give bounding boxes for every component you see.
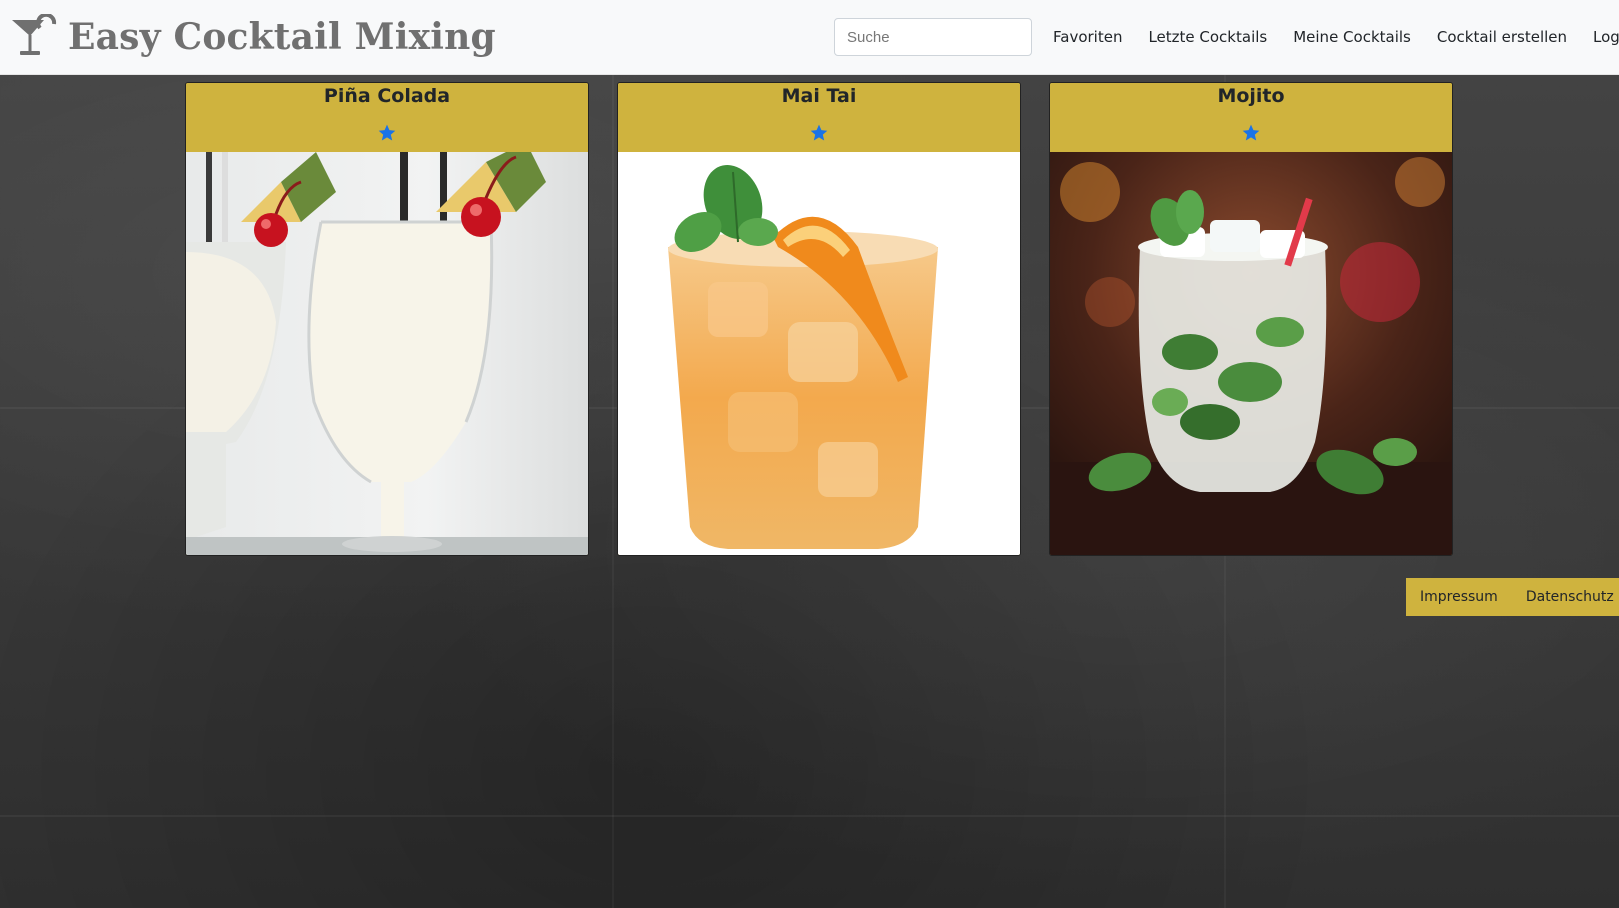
pina-colada-photo[interactable] (186, 152, 588, 555)
brand[interactable]: Easy Cocktail Mixing (10, 10, 496, 64)
top-navbar: Easy Cocktail Mixing Favoriten Letzte Co… (0, 0, 1619, 75)
cocktail-card[interactable]: Mojito (1049, 82, 1453, 556)
card-header: Mojito (1050, 83, 1452, 152)
cocktail-card[interactable]: Mai Tai (617, 82, 1021, 556)
card-header: Piña Colada (186, 83, 588, 152)
footer-bar: Impressum Datenschutz (1406, 578, 1619, 616)
star-icon[interactable] (809, 123, 829, 143)
star-icon[interactable] (1241, 123, 1261, 143)
star-icon[interactable] (377, 123, 397, 143)
card-title: Piña Colada (323, 85, 451, 107)
nav-link-logout[interactable]: Logout (1580, 28, 1619, 46)
nav-link-letzte-cocktails[interactable]: Letzte Cocktails (1135, 28, 1280, 46)
cocktail-glass-icon (12, 14, 57, 55)
footer-link-datenschutz[interactable]: Datenschutz (1512, 589, 1619, 605)
mojito-photo[interactable] (1050, 152, 1452, 555)
nav-link-meine-cocktails[interactable]: Meine Cocktails (1280, 28, 1424, 46)
mai-tai-photo[interactable] (618, 152, 1020, 555)
nav-link-cocktail-erstellen[interactable]: Cocktail erstellen (1424, 28, 1580, 46)
card-title: Mai Tai (781, 85, 857, 107)
nav-menu: Favoriten Letzte Cocktails Meine Cocktai… (1040, 0, 1619, 74)
card-header: Mai Tai (618, 83, 1020, 152)
nav-link-favoriten[interactable]: Favoriten (1040, 28, 1135, 46)
background-tile-seam (612, 74, 614, 908)
card-title: Mojito (1217, 85, 1285, 107)
cocktail-card[interactable]: Piña Colada (185, 82, 589, 556)
footer-link-impressum[interactable]: Impressum (1406, 589, 1512, 605)
brand-name: Easy Cocktail Mixing (68, 16, 496, 58)
background-tile-seam (0, 815, 1619, 817)
search-input[interactable] (834, 18, 1032, 56)
